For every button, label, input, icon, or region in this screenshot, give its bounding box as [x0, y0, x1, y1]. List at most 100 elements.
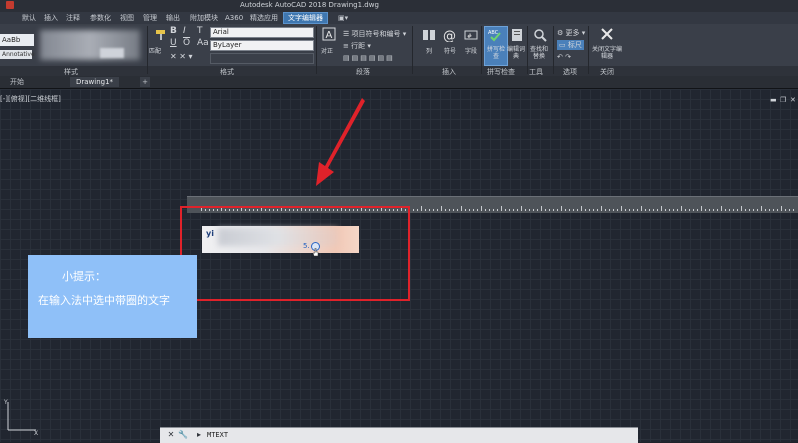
edit-dictionaries-button[interactable] [507, 28, 527, 48]
underline-button[interactable]: U [170, 38, 177, 48]
tab-insert[interactable]: 插入 [40, 13, 62, 23]
ruler-tick [777, 209, 778, 211]
symbol-label: 符号 [444, 48, 457, 55]
bullets-label: 项目符号和编号 [351, 30, 401, 38]
tab-featured-apps[interactable]: 精选应用 [246, 13, 282, 23]
ruler-tick [569, 209, 570, 211]
ruler-tick [697, 209, 698, 211]
alignment-buttons[interactable]: ▤▤▤▤▤▤ [343, 54, 395, 62]
undo-redo-icons[interactable]: ↶ ↷ [557, 53, 571, 61]
ruler-tick [741, 206, 742, 211]
close-icon [601, 28, 613, 40]
ruler-tick [593, 209, 594, 211]
match-label: 匹配 [149, 48, 162, 55]
svg-text:#: # [467, 33, 472, 40]
height-icon[interactable]: Aa [197, 38, 209, 48]
ruler-tick [469, 209, 470, 211]
ruler-tick [509, 209, 510, 211]
style-sample[interactable]: AaBb [0, 34, 34, 46]
close-command-icon[interactable]: ✕ [166, 430, 176, 440]
ruler-tick [769, 209, 770, 211]
close-editor-button[interactable] [597, 27, 617, 47]
ruler-tick [753, 209, 754, 211]
ruler-tick [617, 209, 618, 211]
bullets-dropdown[interactable]: ☰ 项目符号和编号 ▾ [343, 29, 406, 39]
ruler-tick [501, 206, 502, 211]
tab-manage[interactable]: 管理 [139, 13, 161, 23]
ruler-tick [445, 209, 446, 211]
ruler-tick [521, 206, 522, 211]
ruler-tick [493, 209, 494, 211]
font-dropdown-icon[interactable]: T [197, 26, 203, 36]
more-label: 更多 [565, 29, 580, 37]
ruler-tick [485, 209, 486, 211]
field-button[interactable]: # [461, 28, 481, 48]
tab-parametric[interactable]: 参数化 [86, 13, 115, 23]
spellcheck-icon-wrap: ABC [485, 28, 505, 48]
bold-button[interactable]: B [170, 26, 177, 36]
tab-output[interactable]: 输出 [162, 13, 184, 23]
at-symbol-icon: @ [443, 29, 456, 42]
tab-addins[interactable]: 附加模块 [186, 13, 222, 23]
ruler-tick [473, 209, 474, 211]
ruler-tick [725, 209, 726, 211]
tip-box: 小提示： 在输入法中选中带圈的文字 [28, 255, 197, 338]
ruler-tick [789, 209, 790, 211]
tab-a360[interactable]: A360 [221, 13, 247, 23]
doc-tab-start[interactable]: 开始 [4, 77, 30, 87]
italic-button[interactable]: I [183, 26, 186, 36]
field-icon: # [464, 30, 478, 40]
ruler-tick [533, 209, 534, 211]
panel-divider [588, 26, 589, 74]
symbol-button[interactable]: @ [440, 28, 460, 48]
tab-text-editor[interactable]: 文字编辑器 [283, 12, 328, 24]
command-line[interactable]: ✕ 🔧 ▸ MTEXT [160, 427, 638, 443]
doc-tab-drawing1[interactable]: Drawing1* [70, 77, 120, 87]
command-text[interactable]: MTEXT [207, 430, 228, 440]
color-select[interactable]: ByLayer [210, 40, 314, 51]
strikethrough-icon[interactable]: ✕ ✕ ▾ [170, 52, 193, 61]
viewport-minimize-icon[interactable]: ▬ [770, 96, 777, 104]
justify-button[interactable]: A [319, 27, 339, 47]
viewport-restore-icon[interactable]: ❐ [780, 96, 786, 104]
obliquing-field[interactable] [210, 53, 314, 64]
ruler-tick [701, 206, 702, 211]
ruler-tick [637, 209, 638, 211]
ruler-tick [545, 209, 546, 211]
columns-button[interactable] [419, 28, 439, 48]
ruler-tick [577, 209, 578, 211]
ruler-tick [609, 209, 610, 211]
viewport-controls[interactable]: [-][俯视][二维线框] [0, 94, 61, 104]
tab-view[interactable]: 视图 [116, 13, 138, 23]
app-menu-icon[interactable] [6, 1, 14, 9]
ruler-tick [537, 209, 538, 211]
style-sample-annotative[interactable]: Annotative [0, 50, 35, 59]
text-a-icon: A [322, 27, 336, 41]
more-dropdown[interactable]: ⚙ 更多 ▾ [557, 28, 585, 38]
customize-command-icon[interactable]: 🔧 [178, 430, 188, 440]
font-select[interactable]: Arial [210, 27, 314, 38]
new-tab-button[interactable]: + [140, 77, 150, 87]
ruler-tick [601, 206, 602, 211]
line-spacing-dropdown[interactable]: ≡ 行距 ▾ [343, 41, 371, 51]
ruler-tick [733, 209, 734, 211]
ruler-tick [585, 209, 586, 211]
ruler-tick [465, 209, 466, 211]
ruler-tick [557, 209, 558, 211]
ruler-tick [665, 209, 666, 211]
ribbon-toggle-icon[interactable]: ▣▾ [334, 13, 352, 23]
tab-default[interactable]: 默认 [18, 13, 40, 23]
ruler-tick [629, 209, 630, 211]
ruler-tick [589, 209, 590, 211]
ruler-toggle[interactable]: ▭ 标尺 [557, 40, 584, 50]
tab-annotate[interactable]: 注释 [62, 13, 84, 23]
find-replace-button[interactable] [530, 28, 550, 48]
match-button[interactable] [151, 28, 171, 48]
ruler-tick [713, 209, 714, 211]
ruler-tick [681, 206, 682, 211]
viewport-close-icon[interactable]: ✕ [790, 96, 796, 104]
ruler-tick [749, 209, 750, 211]
ruler-tick [541, 206, 542, 211]
overline-button[interactable]: O [183, 38, 190, 48]
style-gallery-blurred [40, 30, 140, 60]
